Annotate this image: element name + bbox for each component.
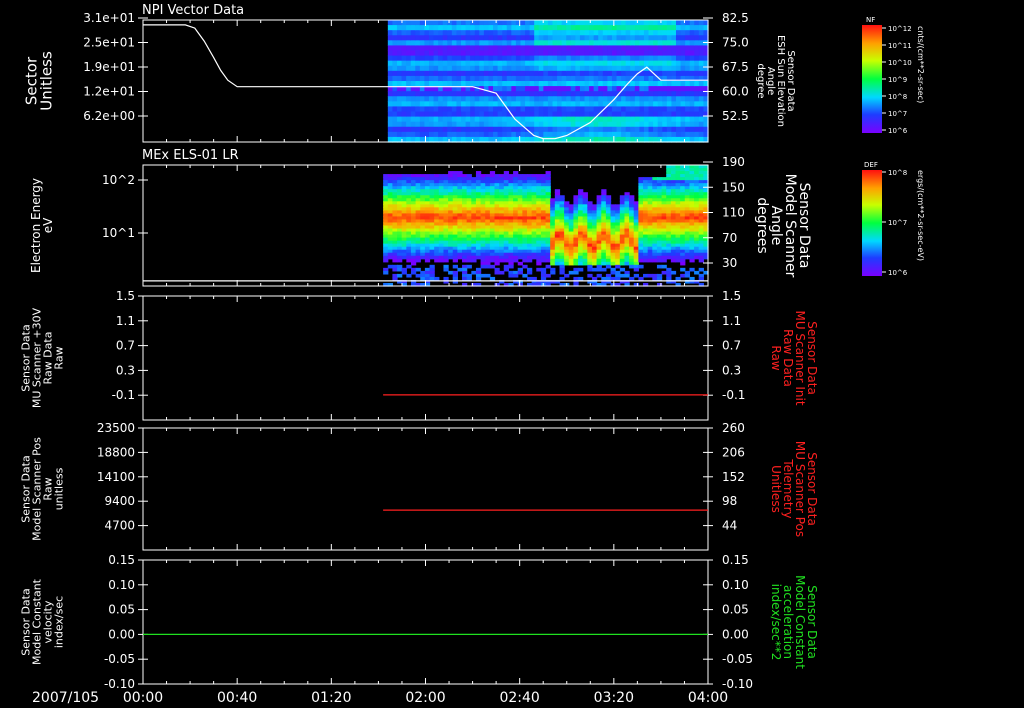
colorbar-tick-label: 10^8 xyxy=(888,169,907,177)
panel1-ytick-right: 82.5 xyxy=(722,11,749,25)
panel1-ytick-right: 60.0 xyxy=(722,85,749,99)
panel5-ytick-left: 0.15 xyxy=(108,553,135,567)
panel4-ytick-right: 206 xyxy=(722,445,745,459)
panel5-ytick-right: -0.10 xyxy=(722,677,753,691)
panel3-ytick-left: 0.3 xyxy=(116,363,135,377)
panel5-ytick-right: 0.15 xyxy=(722,553,749,567)
panel1-ytick-right: 75.0 xyxy=(722,36,749,50)
panel1-ytick-right: 67.5 xyxy=(722,60,749,74)
panel4-ylabel-right: Unitless xyxy=(769,465,783,513)
panel3-ytick-right: 1.5 xyxy=(722,289,741,303)
panel2-ytick-right: 150 xyxy=(722,180,745,194)
panel4-ylabel-left: unitless xyxy=(53,467,66,510)
colorbar-tick-label: 10^8 xyxy=(888,93,907,101)
panel3-frame xyxy=(142,295,709,421)
time-tick-label: 02:40 xyxy=(499,690,539,706)
panel3-ylabel-right: Raw xyxy=(769,345,783,370)
colorbar-tick-label: 10^9 xyxy=(888,76,907,84)
panel4-ytick-right: 260 xyxy=(722,421,745,435)
panel2: 10^210^11901501107030Electron EnergyeV Se… xyxy=(29,155,812,287)
colorbar-tick-label: 10^6 xyxy=(888,269,908,277)
colorbar-nf-units: cnts/(cm**2-sr-sec) xyxy=(916,26,925,103)
panel4-ytick-left: 18800 xyxy=(97,445,135,459)
panel3-ytick-left: 1.1 xyxy=(116,314,135,328)
panel3-ytick-right: 0.7 xyxy=(722,339,741,353)
panel2-title: MEx ELS-01 LR xyxy=(142,148,239,163)
panel3-ytick-left: 0.7 xyxy=(116,339,135,353)
colorbar-def-label: DEF xyxy=(864,161,878,169)
panel5-ylabel-right: index/sec**2 xyxy=(769,584,783,661)
panel2-ylabel-right: degrees xyxy=(754,197,770,253)
panel5-ytick-left: 0.10 xyxy=(108,578,135,592)
colorbar-def: DEF 10^8 10^7 10^6 ergs/(cm**2-sr-sec-eV) xyxy=(862,161,925,277)
panel5: 0.15 0.10 0.05 0.00 -0.05 -0.10 0.15 0.10 0.05 0.… xyxy=(20,553,820,691)
panel2-ylabel-left: eV xyxy=(41,217,55,233)
panel5-ytick-left: -0.10 xyxy=(104,677,135,691)
colorbar-nf-label: NF xyxy=(866,16,875,24)
time-tick-label: 03:20 xyxy=(594,690,634,706)
time-tick-label: 00:00 xyxy=(123,690,163,706)
chart-stage: NPI Vector Data MEx ELS-01 LR 3.1e+01 2.5… xyxy=(20,3,926,706)
panel3-ytick-left: -0.1 xyxy=(112,388,135,402)
panel5-ytick-left: -0.05 xyxy=(104,652,135,666)
colorbar-tick-label: 10^12 xyxy=(888,25,912,33)
panel2-ytick-right: 30 xyxy=(722,256,737,270)
panel1-ytick-right: 52.5 xyxy=(722,109,749,123)
panel3: 1.51.10.70.3-0.11.51.10.70.3-0.1Sensor D… xyxy=(20,289,819,421)
panel2-ytick-left: 10^1 xyxy=(102,226,135,240)
panel1-ytick-left: 2.5e+01 xyxy=(83,36,135,50)
time-axis: 00:00 00:40 01:20 02:00 02:40 03:20 04:00 xyxy=(123,690,728,706)
panel3-ytick-right: 1.1 xyxy=(722,314,741,328)
colorbar-tick-label: 10^11 xyxy=(888,42,912,50)
panel4-ytick-left: 23500 xyxy=(97,421,135,435)
panel4-ytick-left: 9400 xyxy=(104,494,135,508)
panel3-ytick-right: -0.1 xyxy=(722,388,745,402)
time-tick-label: 01:20 xyxy=(311,690,351,706)
colorbar-tick-label: 10^6 xyxy=(888,127,908,135)
panel5-frame xyxy=(142,559,709,685)
panel4-ytick-right: 98 xyxy=(722,494,737,508)
panel5-ytick-right: 0.10 xyxy=(722,578,749,592)
panel1-heatmap xyxy=(387,20,709,143)
panel2-ytick-left: 10^2 xyxy=(102,173,135,187)
colorbar-def-units: ergs/(cm**2-sr-sec-eV) xyxy=(916,170,925,261)
time-tick-label: 02:00 xyxy=(405,690,445,706)
panel5-ylabel-left: index/sec xyxy=(53,596,66,648)
panel4-ytick-left: 14100 xyxy=(97,470,135,484)
panel5-ytick-right: -0.05 xyxy=(722,652,753,666)
panel5-ytick-right: 0.05 xyxy=(722,603,749,617)
panel1-ytick-left: 1.2e+01 xyxy=(83,85,135,99)
panel4-ytick-right: 44 xyxy=(722,519,737,533)
colorbar-tick-label: 10^7 xyxy=(888,219,907,227)
panel4-frame xyxy=(142,427,709,551)
panel2-heatmap xyxy=(383,165,709,287)
colorbar-tick-label: 10^7 xyxy=(888,110,907,118)
panel5-ytick-left: 0.00 xyxy=(108,627,135,641)
panel1-ylabel-right: degree xyxy=(755,63,766,98)
panel1-ytick-left: 1.9e+01 xyxy=(83,60,135,74)
panel4-ytick-left: 4700 xyxy=(104,519,135,533)
panel2-ytick-right: 190 xyxy=(722,155,745,169)
panel3-ytick-right: 0.3 xyxy=(722,363,741,377)
time-tick-label: 00:40 xyxy=(217,690,257,706)
panel1: 3.1e+01 2.5e+01 1.9e+01 1.2e+01 6.2e+00 82.5 7… xyxy=(23,11,796,143)
panel5-ytick-left: 0.05 xyxy=(108,603,135,617)
panel1-title: NPI Vector Data xyxy=(142,3,244,18)
panel1-ytick-left: 3.1e+01 xyxy=(83,11,135,25)
date-label: 2007/105 xyxy=(32,690,99,706)
panel4-ytick-right: 152 xyxy=(722,470,745,484)
time-tick-label: 04:00 xyxy=(688,690,728,706)
colorbar-tick-label: 10^10 xyxy=(888,59,912,67)
panel4: 235001880014100940047002602061529844Sens… xyxy=(20,421,819,551)
panel3-ytick-left: 1.5 xyxy=(116,289,135,303)
panel3-ylabel-left: Raw xyxy=(53,346,66,369)
panel1-ytick-left: 6.2e+00 xyxy=(83,109,135,123)
panel5-ytick-right: 0.00 xyxy=(722,627,749,641)
panel2-ytick-right: 70 xyxy=(722,231,737,245)
panel1-ylabel-left: Unitless xyxy=(38,51,56,111)
colorbar-nf: NF 10^12 10^11 10^10 10^9 10^8 10^7 10^6 cnts/… xyxy=(862,16,925,135)
panel2-ytick-right: 110 xyxy=(722,206,745,220)
panels: 3.1e+01 2.5e+01 1.9e+01 1.2e+01 6.2e+00 82.5 7… xyxy=(20,11,820,691)
